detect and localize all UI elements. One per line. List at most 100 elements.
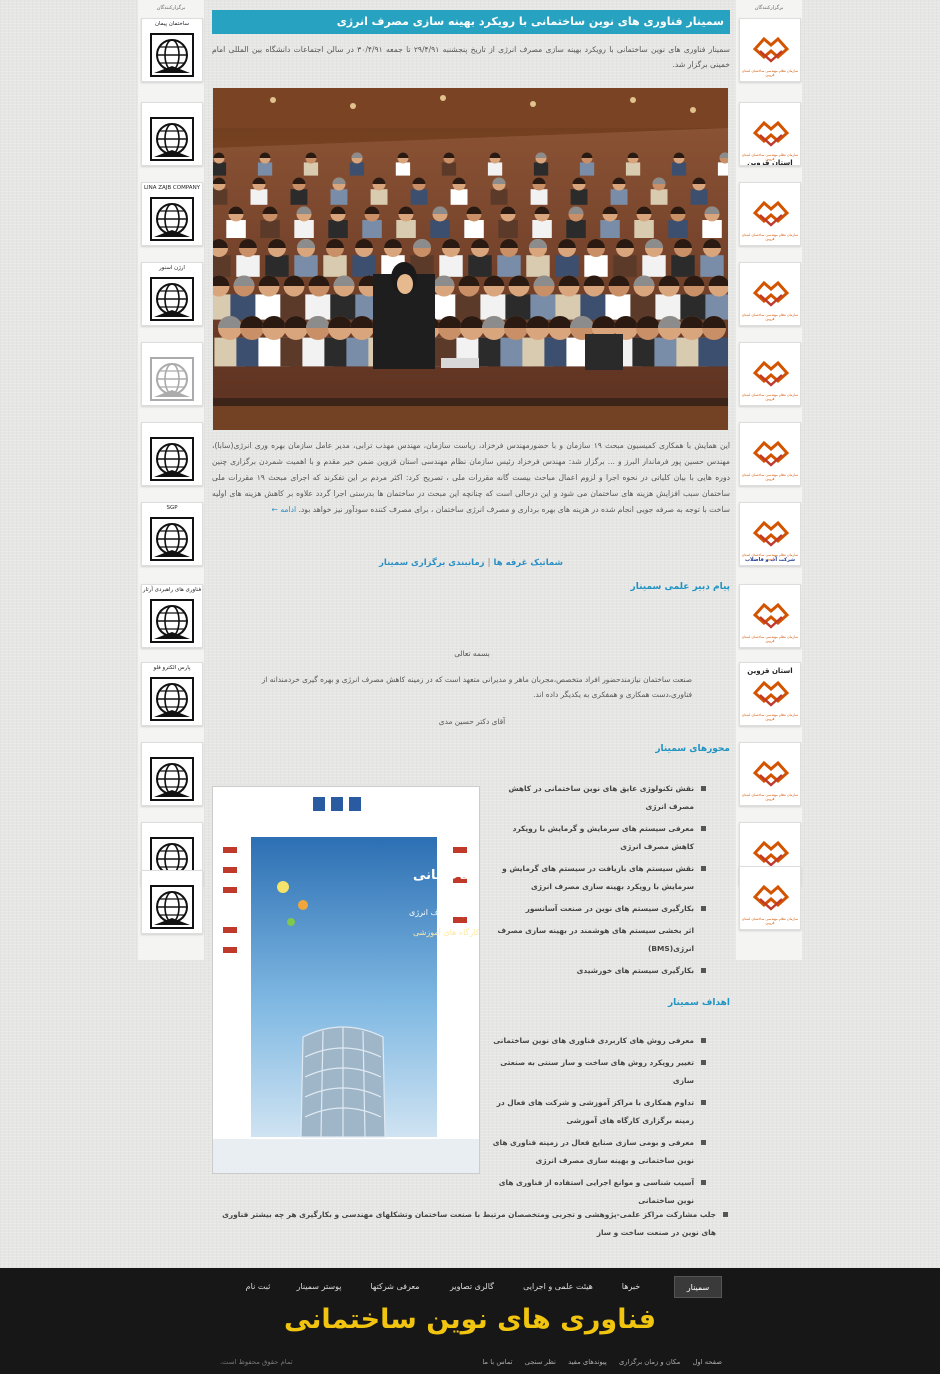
bottom-link-contact[interactable]: تماس با ما [482,1358,512,1366]
goals-list: معرفی روش های کاربردی فناوری های نوین سا… [488,1032,708,1210]
audience-body [294,220,314,238]
audience-body [290,189,308,205]
sponsor-logo-box[interactable] [141,422,203,486]
handshake-logo-icon [752,200,790,227]
audience-body [526,255,550,277]
organizer-logo-box[interactable]: سازمان نظام مهندسی ساختمان استان قزوین [739,262,801,326]
audience-body [566,220,586,238]
audience-body [294,255,318,277]
audience-body [303,162,319,176]
axis-item: نقش تکنولوژی عایق های نوین ساختمانی در ک… [488,780,708,816]
sponsor-logo-box[interactable]: Super Panel [141,870,203,934]
audience-body [642,255,666,277]
audience-body [468,255,492,277]
audience-body [395,162,411,176]
organizer-logo-box[interactable]: سازمان نظام مهندسی ساختمان استان قزوین شر… [739,502,801,566]
seminar-timetable-link[interactable]: زمانبندی برگزاری سمینار [379,558,485,568]
sponsor-logo-box[interactable]: پارس الکترو فلو [141,662,203,726]
seminar-poster[interactable]: سمینار فناوری های نوین ساختمانی با رویکر… [212,786,480,1174]
handshake-logo-icon [752,280,790,307]
axis-item: بکارگیری سیستم های نوین در صنعت آسانسور [488,900,708,918]
audience-body [634,220,654,238]
right-sidebar-title: برگزارکنندگان [754,5,784,11]
handshake-logo-icon [752,440,790,467]
province-caption: استان قزوین [747,159,793,166]
poster-subtitle: با رویکرد بهینه سازی مصرف انرژی [409,908,479,917]
sponsor-logo-box[interactable]: فناوری های راهبردی آرتار [141,584,203,648]
audience-body [213,294,233,320]
audience-body [671,162,687,176]
handshake-logo-icon [752,680,790,707]
sponsor-name: SGP [166,505,178,511]
audience-body [613,255,637,277]
nav-gallery[interactable]: گالری تصاویر [436,1276,508,1298]
left-sidebar-title: برگزارکنندگان [156,5,186,11]
organizer-logo-box[interactable]: سازمان نظام مهندسی ساختمان استان قزوین [739,422,801,486]
bottom-links: صفحه اول مکان و زمان برگزاری پیوندهای مف… [472,1358,722,1366]
nav-poster[interactable]: پوستر سمینار [284,1276,354,1298]
organizer-logo-box[interactable]: سازمان نظام مهندسی ساختمان استان قزوین اس… [739,102,801,166]
handshake-logo-icon [752,760,790,787]
audience-body [497,255,521,277]
audience-body [490,189,508,205]
nav-companies[interactable]: معرفی شرکتها [356,1276,434,1298]
sponsor-logo-box[interactable]: ساختمان پیمان [141,18,203,82]
audience-body [630,294,658,320]
bottom-link-home[interactable]: صفحه اول [692,1358,722,1366]
globe-logo-icon [150,885,194,929]
sponsor-logo-box[interactable] [141,102,203,166]
globe-logo-icon [150,517,194,561]
audience-body [230,294,258,320]
audience-body [530,189,548,205]
sponsor-logo-box[interactable] [141,742,203,806]
bottom-link-venue[interactable]: مکان و زمان برگزاری [619,1358,680,1366]
goal-item: تداوم همکاری با مراکز آموزشی و شرکت های … [488,1094,708,1130]
article-body-text: این همایش با همکاری کمیسیون مبحث ۱۹ سازم… [212,441,731,514]
goals-heading: اهداف سمینار [668,998,730,1008]
handshake-logo-icon [752,602,790,629]
sponsor-logo-box[interactable]: SGP [141,502,203,566]
organizer-logo-box[interactable]: سازمان نظام مهندسی ساختمان استان قزوین [739,742,801,806]
audience-body [650,189,668,205]
audience-body [226,220,246,238]
nav-seminar[interactable]: سمینار [674,1276,722,1298]
organizer-logo-box[interactable]: سازمان نظام مهندسی ساختمان استان قزوین [739,584,801,648]
bottom-link-poll[interactable]: نظر سنجی [525,1358,556,1366]
left-sponsor-sidebar: برگزارکنندگان ساختمان پیمان LINA ZAJB COM… [138,0,204,960]
audience-body [655,294,683,320]
organizer-logo-box[interactable]: سازمان نظام مهندسی ساختمان استان قزوین [739,866,801,930]
water-company-caption: شرکت آب و فاضلاب [744,557,796,563]
goal-item: تغییر رویکرد روش های ساخت و ساز سنتی به … [488,1054,708,1090]
footer-nav: سمینار خبرها هیئت علمی و اجرایی گالری تص… [222,1276,722,1298]
audience-body [705,294,728,320]
sponsor-logo-box[interactable]: LINA ZAJB COMPANY [141,182,203,246]
organizer-logo-box[interactable]: سازمان نظام مهندسی ساختمان استان قزوین [739,342,801,406]
organizer-logo-box[interactable]: سازمان نظام مهندسی ساختمان استان قزوین اس… [739,662,801,726]
audience-body [610,189,628,205]
audience-body [213,162,227,176]
audience-body [370,189,388,205]
organizer-logo-box[interactable]: سازمان نظام مهندسی ساختمان استان قزوین [739,182,801,246]
audience-body [700,255,724,277]
bottom-link-useful[interactable]: پیوندهای مفید [568,1358,607,1366]
audience-body [330,189,348,205]
audience-body [487,162,503,176]
audience-body [600,220,620,238]
nav-news[interactable]: خبرها [604,1276,658,1298]
nav-committee[interactable]: هیئت علمی و اجرایی [512,1276,604,1298]
audience-body [328,220,348,238]
read-more-link[interactable]: ادامه ← [272,505,297,514]
axes-heading: محورهای سمینار [655,744,730,754]
audience-body [280,294,308,320]
axis-item: نقش سیستم های بازیافت در سیستم های گرمای… [488,860,708,896]
sponsor-logo-box[interactable]: ارژن اسنور [141,262,203,326]
nav-register[interactable]: ثبت نام [234,1276,282,1298]
axis-item: بکارگیری سیستم های خورشیدی [488,962,708,980]
axes-list: نقش تکنولوژی عایق های نوین ساختمانی در ک… [488,780,708,980]
sponsor-logo-box[interactable] [141,342,203,406]
booth-schematic-link[interactable]: شماتیک غرفه ها [494,558,563,568]
audience-body [430,220,450,238]
organizer-logo-box[interactable]: سازمان نظام مهندسی ساختمان استان قزوین [739,18,801,82]
audience-body [579,162,595,176]
audience-body [530,294,558,320]
